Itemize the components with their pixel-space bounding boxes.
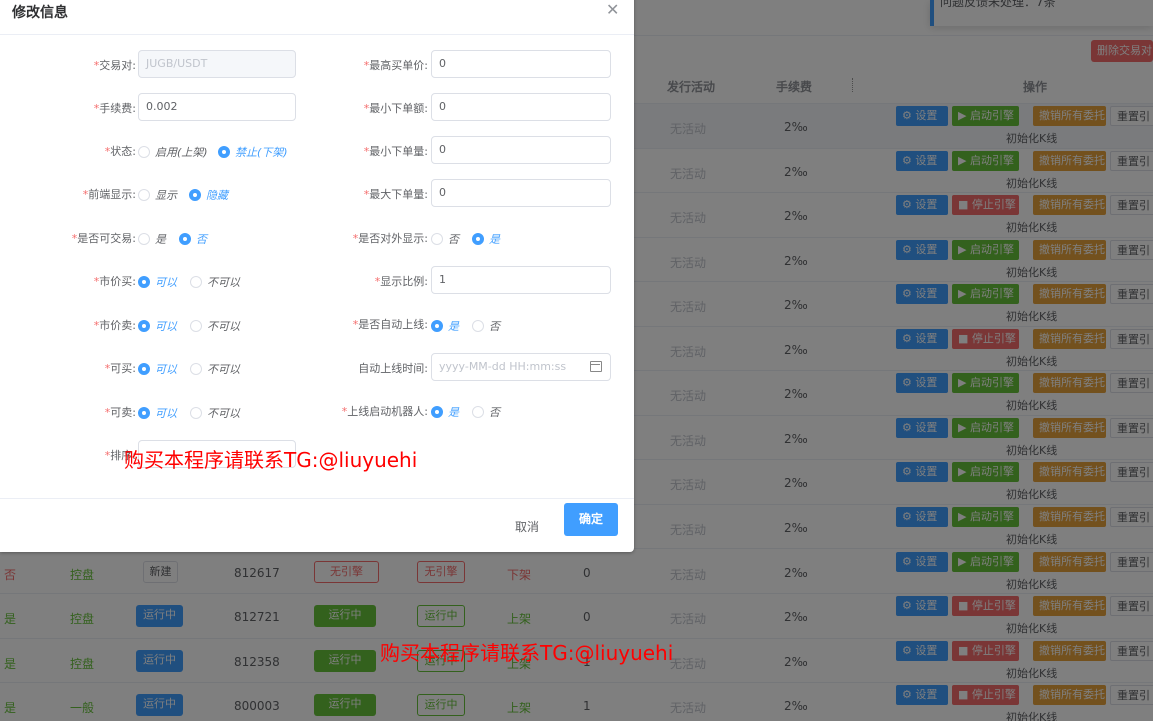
- can-sell-label: *可卖:: [104, 406, 136, 419]
- calendar-icon[interactable]: [590, 361, 602, 372]
- can-sell-radio-no[interactable]: 不可以: [190, 405, 240, 420]
- dialog-header-divider: [0, 34, 634, 35]
- status-label: *状态:: [104, 145, 136, 158]
- fee-label: *手续费:: [93, 102, 136, 115]
- close-icon[interactable]: ✕: [606, 0, 619, 19]
- external-radio-no[interactable]: 否: [431, 231, 459, 246]
- max-qty-label: *最大下单量:: [363, 188, 428, 201]
- external-radio-yes[interactable]: 是: [472, 231, 500, 246]
- min-qty-label: *最小下单量:: [363, 145, 428, 158]
- robot-label: *上线启动机器人:: [341, 405, 428, 418]
- dialog-title: 修改信息: [12, 5, 68, 21]
- min-amount-label: *最小下单额:: [363, 102, 428, 115]
- ratio-input[interactable]: 1: [431, 266, 611, 294]
- watermark-text-bottom: 购买本程序请联系TG:@liuyuehi: [380, 641, 674, 665]
- tradable-radio-no[interactable]: 否: [179, 231, 207, 246]
- ratio-label: *显示比例:: [374, 275, 428, 288]
- cancel-button[interactable]: 取消: [505, 511, 549, 543]
- robot-radio-no[interactable]: 否: [472, 404, 500, 419]
- front-radio-show[interactable]: 显示: [138, 187, 177, 202]
- market-buy-radio-yes[interactable]: 可以: [138, 274, 177, 289]
- market-sell-label: *市价卖:: [93, 319, 136, 332]
- can-buy-radio-yes[interactable]: 可以: [138, 361, 177, 376]
- market-buy-label: *市价买:: [93, 275, 136, 288]
- status-radio-disabled[interactable]: 禁止(下架): [218, 144, 288, 159]
- pair-label: *交易对:: [93, 59, 136, 72]
- pair-input: JUGB/USDT: [138, 50, 296, 78]
- market-sell-radio-yes[interactable]: 可以: [138, 318, 177, 333]
- min-amount-input[interactable]: 0: [431, 93, 611, 121]
- front-label: *前端显示:: [82, 188, 136, 201]
- min-qty-input[interactable]: 0: [431, 136, 611, 164]
- watermark-text: 购买本程序请联系TG:@liuyuehi: [124, 448, 418, 472]
- max-price-input[interactable]: 0: [431, 50, 611, 78]
- fee-input[interactable]: 0.002: [138, 93, 296, 121]
- auto-time-picker[interactable]: yyyy-MM-dd HH:mm:ss: [431, 353, 611, 381]
- market-buy-radio-no[interactable]: 不可以: [190, 274, 240, 289]
- can-buy-radio-no[interactable]: 不可以: [190, 361, 240, 376]
- max-price-label: *最高买单价:: [363, 59, 428, 72]
- external-label: *是否对外显示:: [352, 232, 428, 245]
- edit-dialog: 修改信息 ✕ *交易对: JUGB/USDT *手续费: 0.002 *状态: …: [0, 0, 634, 552]
- auto-online-radio-no[interactable]: 否: [472, 318, 500, 333]
- max-qty-input[interactable]: 0: [431, 179, 611, 207]
- tradable-label: *是否可交易:: [71, 232, 136, 245]
- confirm-button[interactable]: 确定: [564, 503, 618, 536]
- auto-online-label: *是否自动上线:: [352, 318, 428, 331]
- front-radio-hide[interactable]: 隐藏: [189, 187, 228, 202]
- tradable-radio-yes[interactable]: 是: [138, 231, 166, 246]
- can-buy-label: *可买:: [104, 362, 136, 375]
- app-page: 问题反馈未处理：7条 删除交易对 发行活动 手续费 操作 无活动2‰⚙ 设置▶ …: [0, 0, 1153, 721]
- auto-time-placeholder: yyyy-MM-dd HH:mm:ss: [439, 360, 567, 373]
- status-radio-enabled[interactable]: 启用(上架): [138, 144, 208, 159]
- auto-time-label: 自动上线时间:: [358, 362, 428, 375]
- robot-radio-yes[interactable]: 是: [431, 404, 459, 419]
- auto-online-radio-yes[interactable]: 是: [431, 318, 459, 333]
- market-sell-radio-no[interactable]: 不可以: [190, 318, 240, 333]
- dialog-footer-divider: [0, 498, 634, 499]
- can-sell-radio-yes[interactable]: 可以: [138, 405, 177, 420]
